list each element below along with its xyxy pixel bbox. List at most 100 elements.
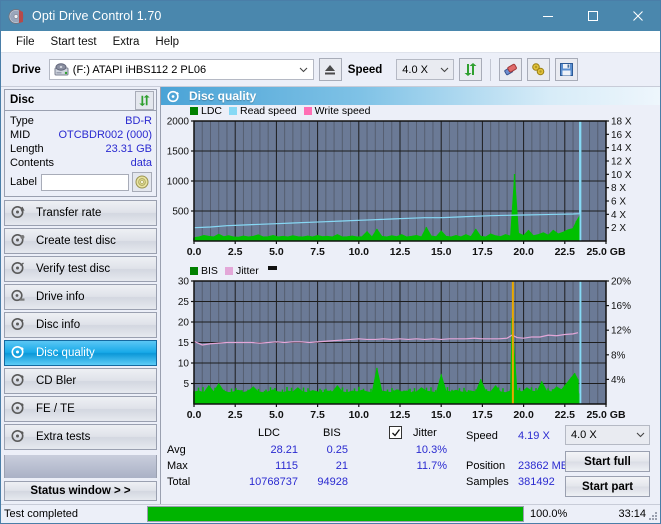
disc-label-caption: Label bbox=[10, 176, 37, 188]
disc-mid-value: OTCBDR002 (000) bbox=[58, 129, 152, 141]
svg-text:22.5: 22.5 bbox=[555, 246, 576, 258]
tools-button[interactable] bbox=[527, 58, 551, 81]
refresh-button[interactable] bbox=[459, 58, 483, 81]
disc-row-mid: MID OTCBDR002 (000) bbox=[10, 128, 152, 142]
menu-extra[interactable]: Extra bbox=[105, 34, 148, 50]
maximize-icon[interactable] bbox=[570, 1, 615, 31]
svg-text:12 X: 12 X bbox=[611, 157, 632, 168]
stats-col-ldc: LDC bbox=[258, 427, 281, 439]
svg-text:17.5: 17.5 bbox=[472, 246, 493, 258]
disc-info-rows: Type BD-R MID OTCBDR002 (000) Length 23.… bbox=[5, 111, 156, 196]
svg-text:0.0: 0.0 bbox=[187, 409, 202, 421]
status-window-button[interactable]: Status window > > bbox=[4, 481, 157, 501]
svg-text:10 X: 10 X bbox=[611, 170, 632, 181]
svg-text:20.0: 20.0 bbox=[513, 409, 534, 421]
svg-text:20%: 20% bbox=[611, 277, 631, 288]
status-bar: Test completed 100.0% 33:14 bbox=[1, 504, 660, 523]
speed-stat-label: Speed bbox=[466, 430, 498, 442]
chart-bis-plot[interactable]: 30 25 20 15 10 5 20% 16% 12% 8% 4% 0.0 2.5 5.0 7.5 10.0… bbox=[163, 277, 658, 425]
svg-text:8%: 8% bbox=[611, 350, 626, 361]
jitter-checkbox[interactable] bbox=[389, 426, 402, 439]
sidebar-item-transfer-rate[interactable]: Transfer rate bbox=[4, 200, 157, 226]
menu-file[interactable]: File bbox=[8, 34, 43, 50]
svg-text:4 X: 4 X bbox=[611, 210, 626, 221]
test-speed-select[interactable]: 4.0 X bbox=[565, 425, 650, 445]
chart-ldc-plot[interactable]: 2000 1500 1000 500 18 X 16 X 14 X 12 X 10 X 8 X 6 … bbox=[163, 117, 658, 262]
sidebar-item-verify-test-disc[interactable]: Verify test disc bbox=[4, 256, 157, 282]
minimize-icon[interactable] bbox=[525, 1, 570, 31]
drive-select[interactable]: (F:) ATAPI iHBS112 2 PL06 bbox=[48, 59, 314, 80]
legend-swatch-write-speed bbox=[303, 107, 312, 115]
legend-item-bis: BIS bbox=[190, 265, 218, 277]
sidebar-item-cd-bler[interactable]: CD Bler bbox=[4, 368, 157, 394]
stats-col-bis: BIS bbox=[323, 427, 341, 439]
sidebar-item-disc-quality[interactable]: Disc quality bbox=[4, 340, 157, 366]
position-stat-label: Position bbox=[466, 460, 506, 472]
disc-label-input[interactable] bbox=[40, 173, 129, 191]
speed-stat-value: 4.19 X bbox=[518, 430, 550, 442]
stats-row-max-label: Max bbox=[167, 460, 188, 472]
svg-text:15: 15 bbox=[178, 338, 190, 349]
stats-avg-bis: 0.25 bbox=[326, 444, 348, 456]
chart-bis-jitter: BIS Jitter 30 25 20 15 10 5 20% 16% 12% 8% 4% 0.0 2.… bbox=[163, 265, 658, 425]
disc-quality-icon bbox=[11, 345, 25, 362]
resize-grip[interactable] bbox=[647, 510, 658, 521]
sidebar-label: FE / TE bbox=[36, 403, 75, 415]
erase-button[interactable] bbox=[499, 58, 523, 81]
disc-label-apply-button[interactable] bbox=[132, 172, 152, 192]
disc-row-type: Type BD-R bbox=[10, 114, 152, 128]
speed-select[interactable]: 4.0 X bbox=[396, 59, 455, 80]
stats-avg-jitter: 10.3% bbox=[415, 444, 447, 456]
window-controls bbox=[525, 1, 660, 31]
stats-max-bis: 21 bbox=[335, 460, 348, 472]
nav-list: Transfer rate Create test disc Verify te… bbox=[4, 200, 157, 452]
svg-text:20: 20 bbox=[178, 318, 190, 329]
legend-label: Write speed bbox=[314, 105, 371, 117]
disc-length-value: 23.31 GB bbox=[105, 143, 152, 155]
drive-label: Drive bbox=[12, 63, 41, 76]
sidebar-item-extra-tests[interactable]: Extra tests bbox=[4, 424, 157, 450]
sidebar-item-drive-info[interactable]: Drive info bbox=[4, 284, 157, 310]
samples-stat-label: Samples bbox=[466, 476, 509, 488]
chart-ldc-speed: LDC Read speed Write speed 2000 1500 1000 5… bbox=[163, 105, 658, 262]
panel-title: Disc quality bbox=[189, 89, 257, 103]
legend-item-ldc: LDC bbox=[190, 105, 222, 117]
svg-text:10.0: 10.0 bbox=[349, 246, 370, 258]
save-button[interactable] bbox=[555, 58, 579, 81]
start-full-button[interactable]: Start full bbox=[565, 451, 650, 472]
app-window: Opti Drive Control 1.70 File Start test … bbox=[0, 0, 661, 524]
close-icon[interactable] bbox=[615, 1, 660, 31]
svg-text:1000: 1000 bbox=[167, 177, 190, 188]
svg-text:16%: 16% bbox=[611, 301, 631, 312]
legend-swatch-read-speed bbox=[229, 107, 238, 115]
sidebar-item-fe-te[interactable]: FE / TE bbox=[4, 396, 157, 422]
fe-te-icon bbox=[11, 401, 25, 418]
svg-text:17.5: 17.5 bbox=[472, 409, 493, 421]
stats-max-jitter: 11.7% bbox=[416, 460, 447, 472]
stats-max-ldc: 1115 bbox=[275, 460, 298, 472]
disc-row-length: Length 23.31 GB bbox=[10, 142, 152, 156]
disc-verify-icon bbox=[11, 261, 25, 278]
toolbar: Drive (F:) ATAPI iHBS112 2 PL06 Speed 4.… bbox=[1, 53, 660, 87]
svg-text:22.5: 22.5 bbox=[555, 409, 576, 421]
menu-help[interactable]: Help bbox=[147, 34, 187, 50]
sidebar-item-create-test-disc[interactable]: Create test disc bbox=[4, 228, 157, 254]
start-part-button[interactable]: Start part bbox=[565, 476, 650, 497]
extra-tests-icon bbox=[11, 429, 25, 446]
toolbar-divider bbox=[490, 58, 492, 81]
disc-refresh-button[interactable] bbox=[135, 90, 154, 110]
main-body: Disc Type BD-R MID OTCBDR002 (000) Lengt… bbox=[1, 87, 660, 504]
svg-text:12.5: 12.5 bbox=[390, 246, 411, 258]
menu-start-test[interactable]: Start test bbox=[43, 34, 105, 50]
eject-button[interactable] bbox=[318, 58, 342, 81]
svg-text:30: 30 bbox=[178, 277, 190, 288]
test-speed-value: 4.0 X bbox=[571, 429, 597, 441]
sidebar-item-disc-info[interactable]: Disc info bbox=[4, 312, 157, 338]
svg-text:25.0 GB: 25.0 GB bbox=[586, 409, 626, 421]
legend-label: Jitter bbox=[235, 265, 259, 277]
legend-swatch-jitter bbox=[224, 267, 233, 275]
legend-marker-icon bbox=[267, 266, 277, 270]
speed-label: Speed bbox=[347, 63, 383, 76]
chart-ldc-legend: LDC Read speed Write speed bbox=[163, 105, 658, 117]
svg-text:500: 500 bbox=[172, 207, 189, 218]
